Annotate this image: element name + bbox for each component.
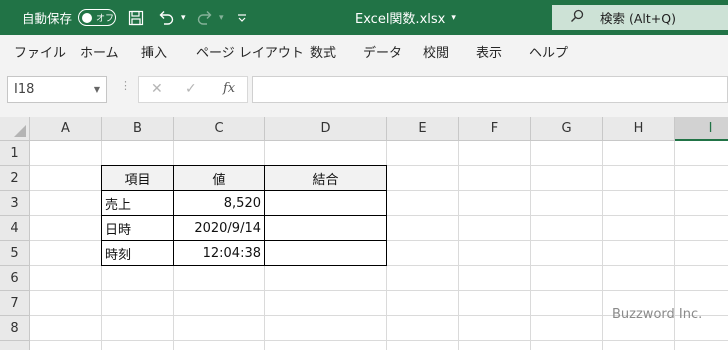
cell-b3[interactable]: 売上 (102, 191, 174, 216)
formula-bar: I18 ▼ ⋮ ✕ ✓ fx (0, 67, 728, 117)
ribbon-tabs: ファイル ホーム 挿入 ページ レイアウト 数式 データ 校閲 表示 ヘルプ (0, 35, 728, 67)
column-header-c[interactable]: C (174, 117, 265, 141)
column-header-d[interactable]: D (265, 117, 387, 141)
cancel-icon[interactable]: ✕ (151, 81, 163, 97)
watermark: Buzzword Inc. (612, 307, 703, 322)
chevron-down-icon: ▾ (451, 12, 456, 23)
row-header-4[interactable]: 4 (0, 216, 30, 241)
cell-c3[interactable]: 8,520 (174, 191, 265, 216)
gridline (30, 290, 728, 291)
row-header-1[interactable]: 1 (0, 141, 30, 166)
column-header-h[interactable]: H (603, 117, 675, 141)
tab-formulas[interactable]: 数式 (310, 35, 336, 67)
enter-icon[interactable]: ✓ (185, 81, 197, 97)
customize-toolbar-icon[interactable] (237, 0, 247, 35)
more-options-icon[interactable]: ⋮ (120, 79, 131, 92)
row-header-6[interactable]: 6 (0, 266, 30, 291)
cell-d2[interactable]: 結合 (265, 166, 387, 191)
search-icon (570, 9, 584, 27)
tab-page-layout[interactable]: ページ レイアウト (196, 35, 304, 67)
name-box[interactable]: I18 ▼ (7, 76, 107, 103)
tab-insert[interactable]: 挿入 (141, 35, 167, 67)
save-icon[interactable] (128, 0, 144, 35)
undo-dropdown-icon[interactable]: ▾ (181, 0, 186, 35)
gridline (458, 141, 459, 350)
tab-data[interactable]: データ (363, 35, 402, 67)
cell-d4[interactable] (265, 216, 387, 241)
row-header-8[interactable]: 8 (0, 316, 30, 341)
row-header-7[interactable]: 7 (0, 291, 30, 316)
search-box[interactable]: 検索 (Alt+Q) (552, 5, 728, 30)
autosave-label: 自動保存 (22, 11, 73, 26)
cell-c5[interactable]: 12:04:38 (174, 241, 265, 266)
column-header-i[interactable]: I (675, 117, 728, 141)
undo-icon[interactable] (157, 0, 175, 35)
autosave-toggle[interactable]: オフ (78, 9, 116, 26)
column-header-f[interactable]: F (459, 117, 531, 141)
insert-function-button[interactable]: fx (223, 81, 235, 96)
gridline (602, 141, 603, 350)
select-all-icon (14, 125, 26, 137)
column-header-e[interactable]: E (387, 117, 459, 141)
gridline (30, 340, 728, 341)
tab-home[interactable]: ホーム (80, 35, 119, 67)
autosave-state: オフ (96, 14, 115, 24)
chevron-down-icon[interactable]: ▼ (94, 85, 100, 94)
title-bar: 自動保存 オフ ▾ ▾ Excel関数.xlsx ▾ 検索 (Alt+Q) (0, 0, 728, 35)
cell-d3[interactable] (265, 191, 387, 216)
formula-controls: ✕ ✓ fx (138, 76, 248, 103)
tab-help[interactable]: ヘルプ (529, 35, 568, 67)
column-header-g[interactable]: G (531, 117, 603, 141)
column-header-b[interactable]: B (102, 117, 174, 141)
select-all-button[interactable] (0, 117, 30, 141)
cell-c4[interactable]: 2020/9/14 (174, 216, 265, 241)
formula-input[interactable] (252, 76, 728, 103)
row-header-5[interactable]: 5 (0, 241, 30, 266)
cell-c2[interactable]: 値 (174, 166, 265, 191)
cell-b5[interactable]: 時刻 (102, 241, 174, 266)
search-label: 検索 (Alt+Q) (600, 11, 676, 26)
name-box-value: I18 (14, 82, 35, 97)
column-header-a[interactable]: A (30, 117, 102, 141)
redo-icon[interactable] (196, 0, 214, 35)
row-header-2[interactable]: 2 (0, 166, 30, 191)
gridline (530, 141, 531, 350)
row-header-9[interactable] (0, 341, 30, 350)
toggle-knob (82, 12, 92, 23)
cell-d5[interactable] (265, 241, 387, 266)
redo-dropdown-icon[interactable]: ▾ (219, 0, 224, 35)
row-header-3[interactable]: 3 (0, 191, 30, 216)
cell-b4[interactable]: 日時 (102, 216, 174, 241)
tab-view[interactable]: 表示 (476, 35, 502, 67)
tab-review[interactable]: 校閲 (423, 35, 449, 67)
document-title[interactable]: Excel関数.xlsx ▾ (355, 0, 456, 35)
cell-b2[interactable]: 項目 (102, 166, 174, 191)
tab-file[interactable]: ファイル (14, 35, 66, 67)
document-title-text: Excel関数.xlsx (355, 12, 446, 27)
